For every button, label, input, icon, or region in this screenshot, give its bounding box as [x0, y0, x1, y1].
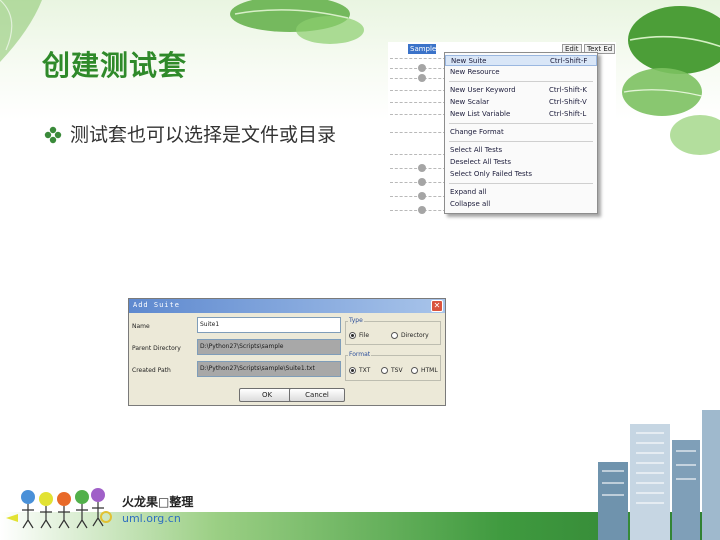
menu-item-label: Change Format — [450, 128, 504, 136]
dialog-titlebar: Add Suite ✕ — [129, 299, 445, 313]
type-directory-label: Directory — [401, 332, 429, 339]
menu-separator — [449, 183, 593, 184]
tree-node-icon — [418, 192, 426, 200]
format-txt-radio[interactable] — [349, 367, 356, 374]
logo-name: 火龙果□整理 — [122, 495, 194, 509]
parent-directory-field: D:\Python27\Scripts\sample — [197, 339, 341, 355]
menu-item-label: Deselect All Tests — [450, 158, 512, 166]
tree-node-icon — [418, 64, 426, 72]
format-html-radio[interactable] — [411, 367, 418, 374]
menu-item-shortcut: Ctrl-Shift-K — [549, 86, 588, 94]
menu-item-shortcut: Ctrl-Shift-V — [549, 98, 587, 106]
tree-selected-item[interactable]: Sample — [408, 44, 436, 54]
menu-item-label: New User Keyword — [450, 86, 516, 94]
menu-item-shortcut: Ctrl-Shift-L — [549, 110, 587, 118]
tree-row — [390, 102, 446, 112]
logo-site-link[interactable]: uml.org.cn — [122, 512, 181, 525]
tree-node-icon — [418, 206, 426, 214]
name-label: Name — [132, 323, 150, 330]
logo-figures-icon — [6, 488, 112, 529]
menu-item-label: New Scalar — [450, 98, 490, 106]
name-input[interactable]: Suite1 — [197, 317, 341, 333]
tree-row — [390, 154, 446, 164]
menu-item-select-only-failed-tests[interactable]: Select Only Failed Tests — [445, 169, 597, 180]
cancel-button[interactable]: Cancel — [289, 388, 345, 402]
menu-item-label: New Resource — [450, 68, 500, 76]
context-menu: New Suite Ctrl-Shift-F New Resource New … — [444, 52, 598, 214]
close-icon[interactable]: ✕ — [431, 300, 443, 312]
created-path-label: Created Path — [132, 367, 171, 374]
menu-item-label: New List Variable — [450, 110, 511, 118]
type-directory-radio[interactable] — [391, 332, 398, 339]
menu-item-new-scalar[interactable]: New Scalar Ctrl-Shift-V — [445, 97, 597, 108]
menu-item-label: Select All Tests — [450, 146, 503, 154]
menu-item-label: Select Only Failed Tests — [450, 170, 533, 178]
type-file-label: File — [359, 332, 370, 339]
menu-item-select-all-tests[interactable]: Select All Tests — [445, 145, 597, 156]
created-path-field: D:\Python27\Scripts\sample\Suite1.txt — [197, 361, 341, 377]
menu-item-new-user-keyword[interactable]: New User Keyword Ctrl-Shift-K — [445, 85, 597, 96]
menu-item-shortcut: Ctrl-Shift-F — [550, 57, 588, 65]
format-html-label: HTML — [421, 367, 438, 374]
context-menu-screenshot: Sample Edit Text Ed New Suite Ctrl-Shift… — [388, 42, 616, 222]
menu-item-new-suite[interactable]: New Suite Ctrl-Shift-F — [445, 55, 597, 66]
tree-row — [390, 90, 446, 100]
format-tsv-radio[interactable] — [381, 367, 388, 374]
menu-item-new-list-variable[interactable]: New List Variable Ctrl-Shift-L — [445, 109, 597, 120]
menu-item-label: New Suite — [451, 57, 487, 65]
tree-row — [390, 114, 446, 124]
tree-node-icon — [418, 74, 426, 82]
dialog-title: Add Suite — [133, 301, 180, 309]
menu-separator — [449, 123, 593, 124]
slide-title: 创建测试套 — [42, 49, 188, 82]
format-tsv-label: TSV — [391, 367, 403, 374]
format-group-label: Format — [348, 351, 372, 358]
city-buildings-illustration — [598, 410, 720, 540]
format-txt-label: TXT — [359, 367, 371, 374]
tree-row — [390, 132, 446, 142]
leaf-decoration-top — [230, 0, 364, 44]
menu-separator — [449, 81, 593, 82]
parent-directory-label: Parent Directory — [132, 345, 181, 352]
menu-item-change-format[interactable]: Change Format — [445, 127, 597, 138]
test-tree: Sample — [388, 42, 448, 222]
type-group-label: Type — [348, 317, 364, 324]
diamond-bullet-icon — [44, 126, 62, 144]
bullet-text: 测试套也可以选择是文件或目录 — [70, 124, 337, 146]
menu-item-deselect-all-tests[interactable]: Deselect All Tests — [445, 157, 597, 168]
menu-item-new-resource[interactable]: New Resource — [445, 67, 597, 78]
ok-button[interactable]: OK — [239, 388, 295, 402]
bullet-item: 测试套也可以选择是文件或目录 — [44, 122, 344, 149]
menu-item-collapse-all[interactable]: Collapse all — [445, 199, 597, 210]
tree-node-icon — [418, 178, 426, 186]
menu-item-label: Expand all — [450, 188, 487, 196]
type-file-radio[interactable] — [349, 332, 356, 339]
menu-item-label: Collapse all — [450, 200, 491, 208]
menu-separator — [449, 141, 593, 142]
add-suite-dialog: Add Suite ✕ Name Suite1 Parent Directory… — [128, 298, 446, 406]
menu-item-expand-all[interactable]: Expand all — [445, 187, 597, 198]
tree-node-icon — [418, 164, 426, 172]
